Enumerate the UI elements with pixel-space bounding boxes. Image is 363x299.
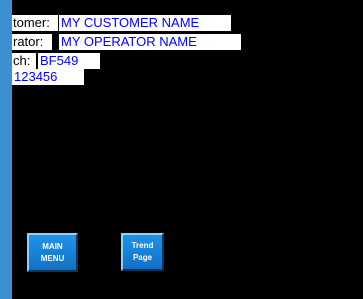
batch-value[interactable]: BF549	[38, 53, 100, 69]
trend-page-label-line1: Trend	[131, 241, 154, 250]
customer-label: tomer:	[12, 15, 58, 31]
left-side-bar	[0, 0, 12, 299]
batch-label: ch:	[12, 53, 36, 69]
main-menu-button[interactable]: MAIN MENU	[27, 233, 78, 272]
trend-page-button[interactable]: Trend Page	[121, 233, 164, 271]
trend-page-label-line2: Page	[132, 253, 153, 262]
operator-value[interactable]: MY OPERATOR NAME	[59, 34, 241, 50]
main-menu-label-line1: MAIN	[42, 241, 63, 251]
operator-label: rator:	[12, 34, 52, 50]
number-value[interactable]: 123456	[12, 69, 84, 85]
main-menu-label-line2: MENU	[40, 253, 65, 263]
customer-value[interactable]: MY CUSTOMER NAME	[59, 15, 231, 31]
